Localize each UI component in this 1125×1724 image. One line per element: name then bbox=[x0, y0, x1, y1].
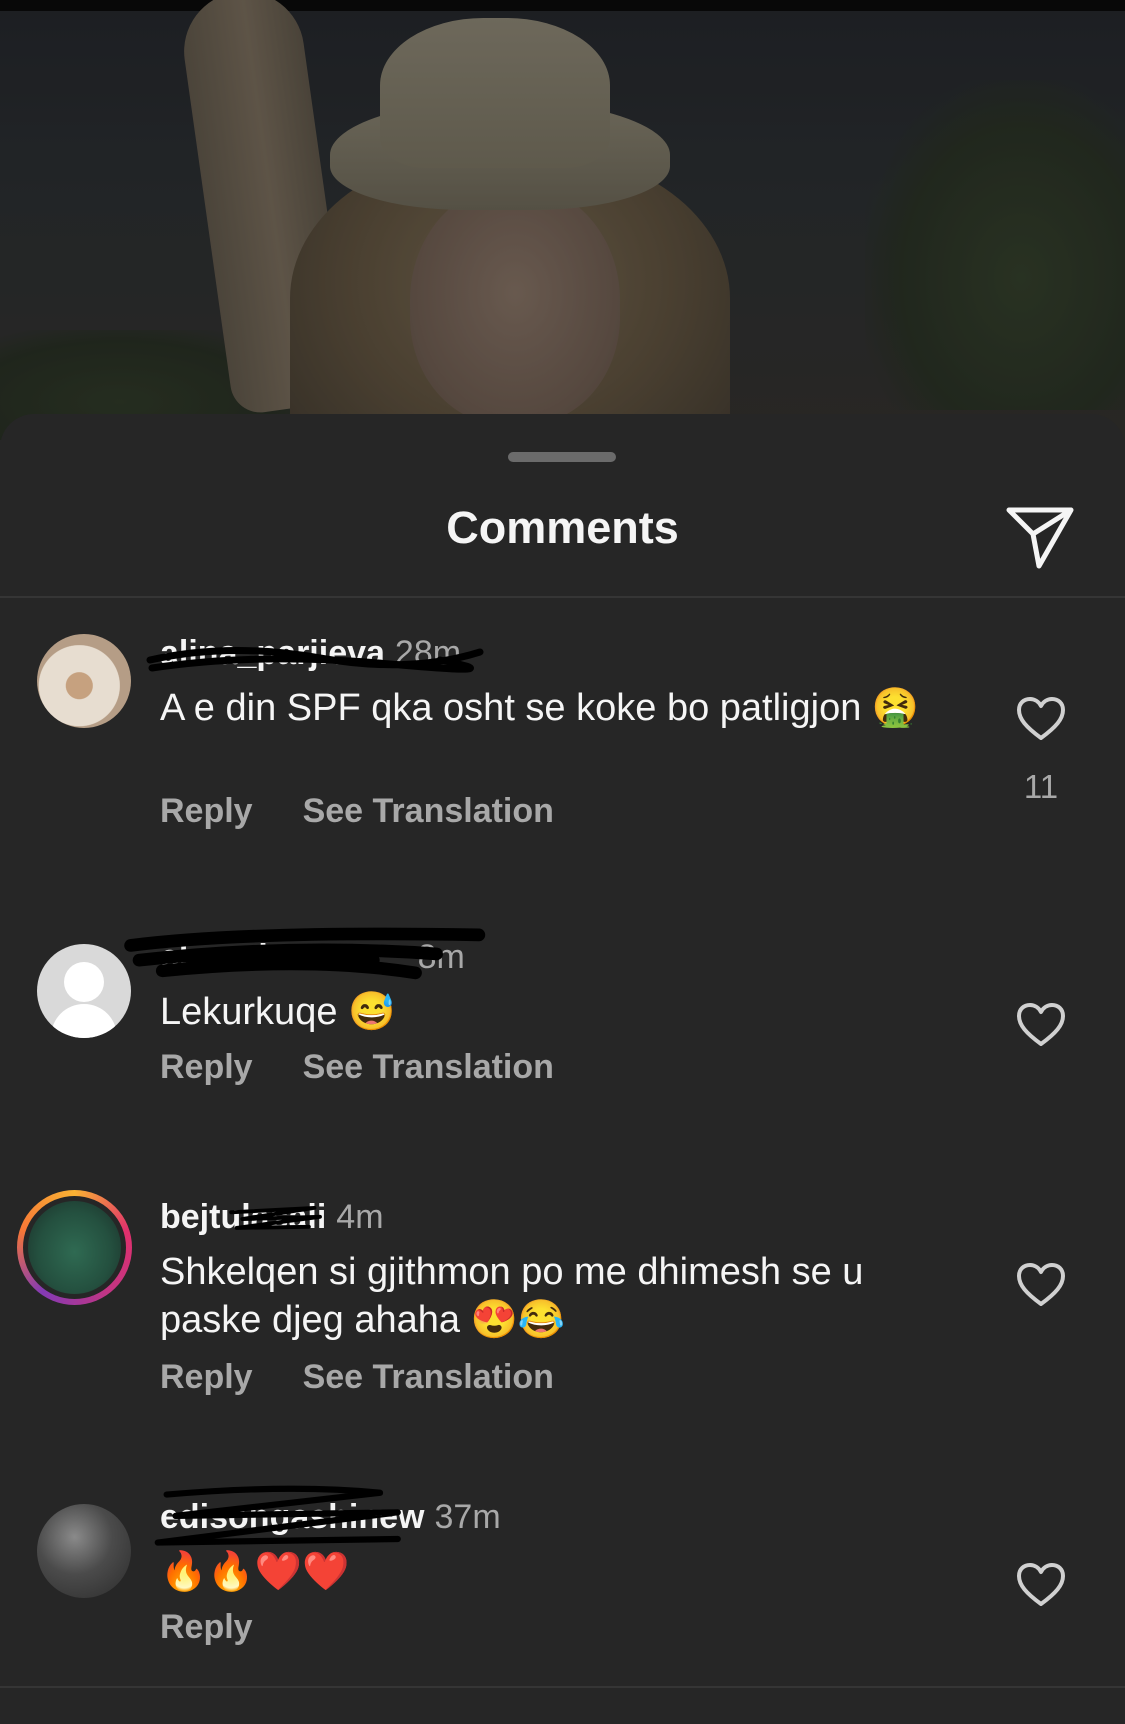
comment-username[interactable]: edisongashinew bbox=[160, 1498, 425, 1536]
reply-button[interactable]: Reply bbox=[160, 1048, 253, 1086]
like-count: 11 bbox=[1023, 768, 1059, 805]
heart-outline-icon[interactable] bbox=[1016, 1002, 1066, 1048]
comments-sheet: Comments alina_parjieva 28m A e din SPF q… bbox=[0, 414, 1125, 1724]
comment-text: Shkelqen si gjithmon po me dhimesh se u … bbox=[160, 1251, 864, 1341]
sheet-grabber-handle[interactable] bbox=[508, 452, 616, 462]
avatar[interactable] bbox=[37, 634, 131, 728]
comment-text: A e din SPF qka osht se koke bo patligjo… bbox=[160, 687, 920, 729]
see-translation-button[interactable]: See Translation bbox=[303, 1358, 554, 1396]
reply-button[interactable]: Reply bbox=[160, 1358, 253, 1396]
heart-outline-icon[interactable] bbox=[1016, 1562, 1066, 1608]
see-translation-button[interactable]: See Translation bbox=[303, 792, 554, 830]
paper-plane-icon[interactable] bbox=[1005, 504, 1075, 572]
heart-outline-icon[interactable] bbox=[1016, 1262, 1066, 1308]
avatar[interactable] bbox=[37, 1504, 131, 1598]
avatar[interactable] bbox=[37, 944, 131, 1038]
sheet-title: Comments bbox=[446, 502, 679, 553]
comment-time: 4m bbox=[336, 1198, 384, 1236]
comment-text: 🔥🔥❤️❤️ bbox=[160, 1551, 350, 1593]
header-divider bbox=[0, 596, 1125, 598]
comment-time: 37m bbox=[434, 1498, 501, 1536]
avatar bbox=[28, 1201, 121, 1294]
footer-divider bbox=[0, 1686, 1125, 1688]
reply-button[interactable]: Reply bbox=[160, 1608, 253, 1646]
reply-button[interactable]: Reply bbox=[160, 792, 253, 830]
comment-text: Lekurkuqe 😅 bbox=[160, 991, 396, 1033]
post-background-image bbox=[0, 0, 1125, 440]
comment-username[interactable]: bejtulasali bbox=[160, 1198, 326, 1236]
comment-time: 8m bbox=[417, 938, 465, 976]
comment-username[interactable]: closed4everr__ bbox=[160, 938, 408, 976]
see-translation-button[interactable]: See Translation bbox=[303, 1048, 554, 1086]
avatar-story-ring[interactable] bbox=[17, 1190, 132, 1305]
comment-time: 28m bbox=[394, 634, 462, 672]
comment-username[interactable]: alina_parjieva bbox=[160, 634, 385, 672]
heart-outline-icon[interactable] bbox=[1016, 696, 1066, 742]
